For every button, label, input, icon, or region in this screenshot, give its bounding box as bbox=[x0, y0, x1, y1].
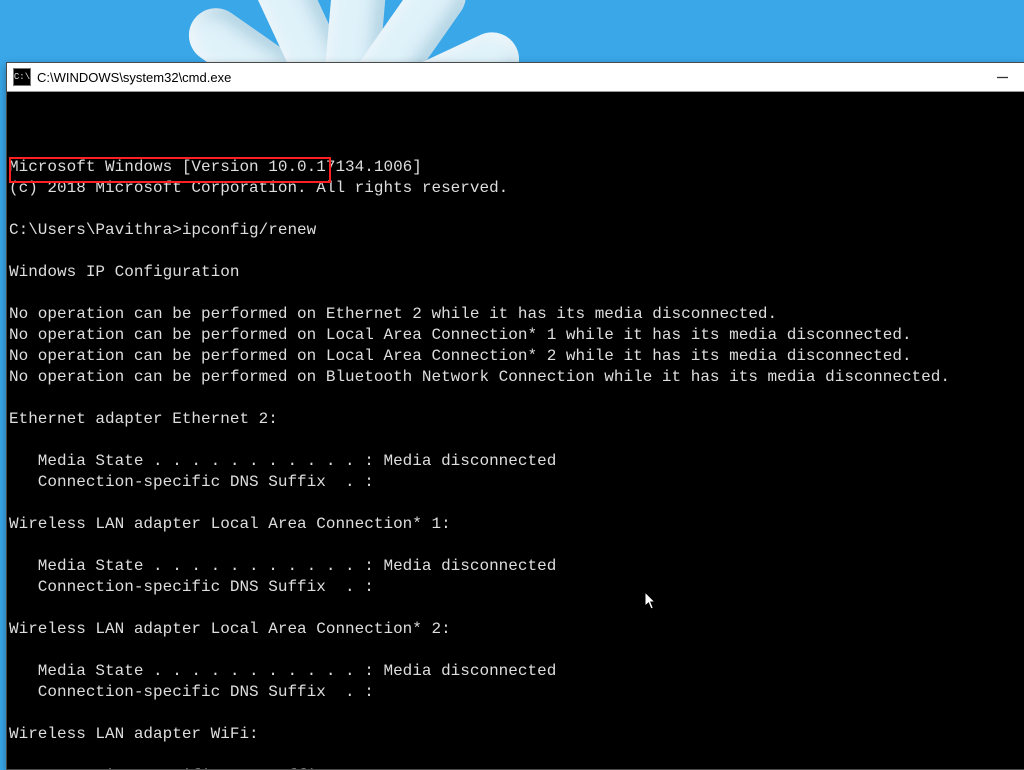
terminal-line: Connection-specific DNS Suffix . : bbox=[9, 682, 1023, 703]
terminal-line: Microsoft Windows [Version 10.0.17134.10… bbox=[9, 157, 1023, 178]
terminal-line: No operation can be performed on Bluetoo… bbox=[9, 367, 1023, 388]
terminal-line: Media State . . . . . . . . . . . : Medi… bbox=[9, 661, 1023, 682]
minimize-button[interactable] bbox=[979, 63, 1024, 91]
terminal-line: Media State . . . . . . . . . . . : Medi… bbox=[9, 451, 1023, 472]
terminal-line: Wireless LAN adapter Local Area Connecti… bbox=[9, 619, 1023, 640]
command-prompt-window: C:\ C:\WINDOWS\system32\cmd.exe Microsof… bbox=[6, 62, 1024, 770]
terminal-line: No operation can be performed on Local A… bbox=[9, 346, 1023, 367]
titlebar[interactable]: C:\ C:\WINDOWS\system32\cmd.exe bbox=[7, 63, 1024, 92]
minimize-icon bbox=[997, 72, 1008, 83]
window-title: C:\WINDOWS\system32\cmd.exe bbox=[37, 70, 231, 85]
terminal-line: Ethernet adapter Ethernet 2: bbox=[9, 409, 1023, 430]
terminal-line: C:\Users\Pavithra>ipconfig/renew bbox=[9, 220, 1023, 241]
terminal-line: Media State . . . . . . . . . . . : Medi… bbox=[9, 556, 1023, 577]
terminal-line: Wireless LAN adapter Local Area Connecti… bbox=[9, 514, 1023, 535]
terminal-line: Connection-specific DNS Suffix . : bbox=[9, 577, 1023, 598]
terminal-line: Wireless LAN adapter WiFi: bbox=[9, 724, 1023, 745]
terminal-line: (c) 2018 Microsoft Corporation. All righ… bbox=[9, 178, 1023, 199]
terminal-output[interactable]: Microsoft Windows [Version 10.0.17134.10… bbox=[7, 92, 1024, 769]
terminal-line: No operation can be performed on Local A… bbox=[9, 325, 1023, 346]
terminal-line: No operation can be performed on Etherne… bbox=[9, 304, 1023, 325]
app-icon: C:\ bbox=[13, 68, 31, 86]
terminal-line: Connection-specific DNS Suffix . : bbox=[9, 472, 1023, 493]
terminal-line: Windows IP Configuration bbox=[9, 262, 1023, 283]
